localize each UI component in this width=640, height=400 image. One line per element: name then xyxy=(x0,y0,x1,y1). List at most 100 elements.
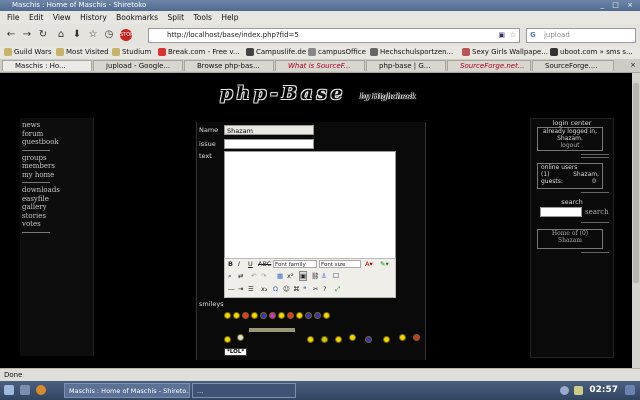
nav-stories[interactable]: stories xyxy=(22,212,93,221)
history-icon[interactable]: ◷ xyxy=(102,28,116,42)
tab-sourceforge-1[interactable]: SourceForge.net... xyxy=(447,60,531,71)
fullscreen-icon[interactable]: ⤢ xyxy=(335,285,340,294)
start-menu-icon[interactable] xyxy=(4,385,14,395)
bookmark-studium[interactable]: Studium xyxy=(112,46,151,59)
strikethrough-icon[interactable]: ABC xyxy=(258,260,271,268)
quote-icon[interactable]: ❝ xyxy=(303,285,307,293)
anchor-icon[interactable]: ⚓ xyxy=(321,272,327,280)
bookmark-break[interactable]: Break.com - Free v... xyxy=(158,46,240,59)
url-bar[interactable]: http://localhost/base/index.php?fid=5 ▣ … xyxy=(148,28,520,43)
tab-maschis[interactable]: Maschis : Ho... xyxy=(2,60,92,71)
menu-file[interactable]: File xyxy=(7,13,20,22)
site-search-button[interactable]: search xyxy=(585,208,609,216)
nav-news[interactable]: news xyxy=(22,121,93,130)
smiley-icon[interactable] xyxy=(399,334,406,341)
emoticon-icon[interactable]: ☺ xyxy=(283,285,290,293)
tab-browse-php-base[interactable]: Browse php-bas... xyxy=(184,60,274,71)
tab-sourceforge-2[interactable]: SourceForge.... xyxy=(532,60,614,71)
smiley-icon[interactable] xyxy=(305,312,312,319)
text-color-icon[interactable]: A▾ xyxy=(365,260,373,268)
tray-menu-icon[interactable] xyxy=(625,385,635,395)
site-search-input[interactable] xyxy=(540,207,582,217)
bold-icon[interactable]: B xyxy=(228,260,233,268)
smiley-icon[interactable] xyxy=(269,312,276,319)
tab-php-base[interactable]: php-base | G... xyxy=(366,60,446,71)
font-size-select[interactable]: Font size xyxy=(319,260,361,268)
close-tab-icon[interactable]: × xyxy=(630,59,636,72)
nav-downloads[interactable]: downloads xyxy=(22,186,93,195)
nav-easyfile[interactable]: easyfile xyxy=(22,195,93,204)
smiley-icon[interactable] xyxy=(251,312,258,319)
forward-icon[interactable]: → xyxy=(20,28,34,42)
bookmark-icon[interactable]: ☆ xyxy=(86,28,100,42)
clock[interactable]: 02:57 xyxy=(589,381,618,400)
cleanup-icon[interactable]: ✂ xyxy=(313,285,318,293)
tray-volume-icon[interactable] xyxy=(574,386,583,395)
find-icon[interactable]: ⌕ xyxy=(228,272,232,281)
issue-field[interactable] xyxy=(224,139,314,149)
horizontal-rule-icon[interactable]: ― xyxy=(228,285,235,293)
superscript-icon[interactable]: x² xyxy=(287,272,293,280)
bookmark-wallpapers[interactable]: Sexy Girls Wallpape... xyxy=(462,46,548,59)
smiley-icon[interactable] xyxy=(233,312,240,319)
star-icon[interactable]: ☆ xyxy=(510,29,516,42)
bookmark-most-visited[interactable]: Most Visited xyxy=(56,46,109,59)
page-scrollbar[interactable] xyxy=(632,73,640,368)
list-icon[interactable]: ☰ xyxy=(248,285,254,293)
smiley-icon[interactable] xyxy=(237,334,244,341)
smiley-icon[interactable] xyxy=(321,336,328,343)
bookmark-uboot[interactable]: uboot.com » sms s... xyxy=(550,46,633,59)
replace-icon[interactable]: ⇄ xyxy=(238,272,243,280)
nav-my-home[interactable]: my home xyxy=(22,171,93,180)
window-controls[interactable]: _ □ × xyxy=(601,0,636,11)
underline-icon[interactable]: U xyxy=(248,260,253,268)
smiley-lol[interactable]: *LOL* xyxy=(224,348,248,356)
smiley-icon[interactable] xyxy=(383,336,390,343)
smiley-icon[interactable] xyxy=(224,336,231,343)
google-icon[interactable]: G xyxy=(530,31,536,39)
font-family-select[interactable]: Font family xyxy=(273,260,317,268)
smiley-icon[interactable] xyxy=(260,312,267,319)
logout-link[interactable]: logout xyxy=(538,142,602,149)
smiley-icon[interactable] xyxy=(335,336,342,343)
redo-icon[interactable]: ↷ xyxy=(261,272,266,280)
stop-icon[interactable]: STOP xyxy=(120,29,133,41)
nav-guestbook[interactable]: guestbook xyxy=(22,138,93,147)
menu-bookmarks[interactable]: Bookmarks xyxy=(116,13,158,22)
preview-icon[interactable]: ☐ xyxy=(333,272,339,280)
italic-icon[interactable]: I xyxy=(238,260,240,268)
table-icon[interactable]: ▦ xyxy=(277,272,283,280)
tab-what-is-sourceforge[interactable]: What is SourceF... xyxy=(275,60,365,71)
home-of-link[interactable]: Home of (0) xyxy=(538,230,602,237)
smiley-icon[interactable] xyxy=(278,312,285,319)
smiley-icon[interactable] xyxy=(224,312,231,319)
smiley-icon[interactable] xyxy=(314,312,321,319)
online-user[interactable]: Shazam, xyxy=(573,171,599,178)
smiley-icon[interactable] xyxy=(287,312,294,319)
smiley-gun-icon[interactable] xyxy=(249,328,295,332)
menu-tools[interactable]: Tools xyxy=(193,13,211,22)
nav-groups[interactable]: groups xyxy=(22,154,93,163)
smiley-devil-icon[interactable] xyxy=(413,334,420,341)
nav-members[interactable]: members xyxy=(22,162,93,171)
indent-icon[interactable]: ⇥ xyxy=(238,285,243,293)
help-icon[interactable]: ? xyxy=(323,285,326,293)
nav-votes[interactable]: votes xyxy=(22,220,93,229)
bookmark-hochschulsport[interactable]: Hechschulsportzen... xyxy=(370,46,453,59)
menu-view[interactable]: View xyxy=(53,13,71,22)
name-field[interactable]: Shazam xyxy=(224,125,314,135)
download-icon[interactable]: ⬇ xyxy=(70,28,84,42)
rss-icon[interactable]: ▣ xyxy=(498,29,505,42)
smiley-icon[interactable] xyxy=(296,312,303,319)
search-bar[interactable]: G jupload xyxy=(526,28,636,43)
smiley-angry-icon[interactable] xyxy=(242,312,249,319)
image-icon[interactable]: ▣ xyxy=(299,271,308,281)
reload-icon[interactable]: ↻ xyxy=(36,28,50,42)
nav-gallery[interactable]: gallery xyxy=(22,203,93,212)
menu-split[interactable]: Split xyxy=(167,13,184,22)
smiley-icon[interactable] xyxy=(365,336,372,343)
home-icon[interactable]: ⌂ xyxy=(54,28,68,42)
highlight-icon[interactable]: ✎▾ xyxy=(380,260,389,268)
nav-forum[interactable]: forum xyxy=(22,130,93,139)
tab-jupload[interactable]: jupload - Google... xyxy=(93,60,183,71)
